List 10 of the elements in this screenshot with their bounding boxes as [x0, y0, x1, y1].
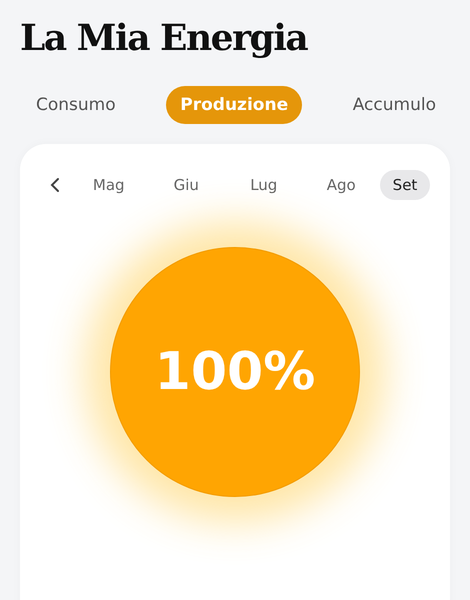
month-tab[interactable]: Lug	[225, 170, 302, 200]
page-title: La Mia Energia	[20, 16, 309, 61]
month-tab[interactable]: Ago	[302, 170, 380, 200]
tab[interactable]: Consumo	[22, 86, 130, 124]
month-tab[interactable]: Giu	[148, 170, 225, 200]
chevron-left-icon[interactable]	[50, 177, 60, 193]
gauge-value: 100%	[154, 342, 316, 402]
month-tab[interactable]: Set	[380, 170, 430, 200]
month-tab[interactable]: Mag	[70, 170, 148, 200]
tab[interactable]: Accumulo	[338, 86, 450, 124]
